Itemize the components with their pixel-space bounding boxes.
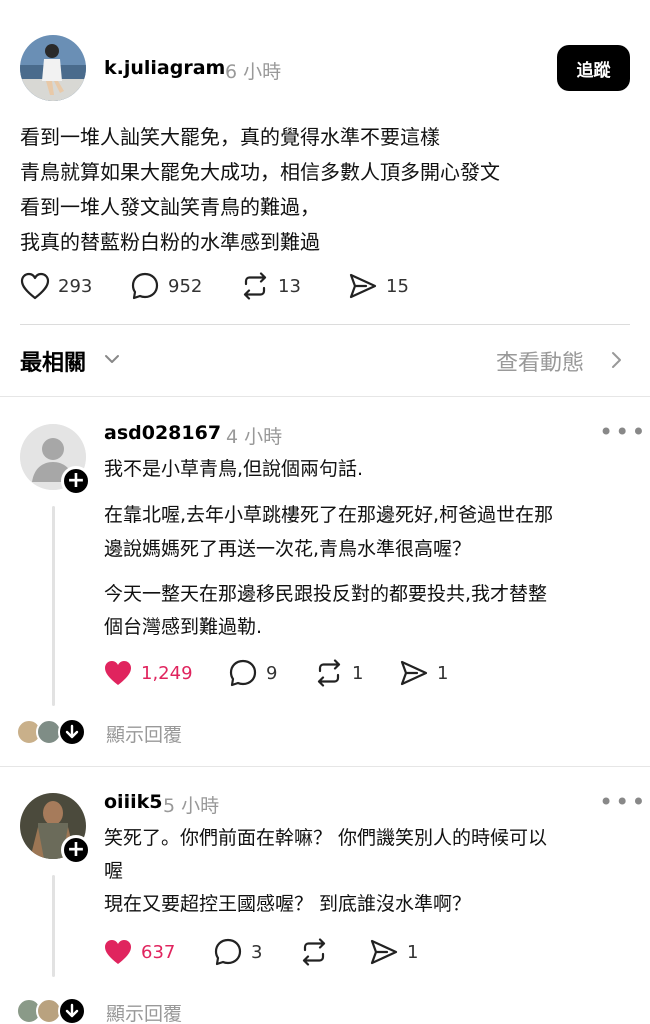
send-icon [349,273,377,299]
comment-line: 個台灣感到難過勒. [104,616,263,638]
comment-time: 5 小時 [163,795,220,817]
sort-dropdown[interactable]: 最相關 [20,345,86,377]
comment-button[interactable]: 9 [228,658,314,688]
repost-icon [302,938,326,966]
view-activity-link[interactable]: 查看動態 [496,345,584,377]
repost-button[interactable]: 13 [240,272,348,300]
comment-count: 9 [266,662,278,684]
share-button[interactable]: 15 [348,272,428,300]
divider [0,396,650,397]
send-icon [400,660,428,686]
thread-line [52,875,55,977]
comment-username[interactable]: oiiik5 [104,791,162,813]
send-icon [370,939,398,965]
like-button[interactable]: 637 [103,938,213,966]
follow-plus-button[interactable]: + [61,835,91,865]
comment-time: 4 小時 [226,426,283,448]
repost-count: 1 [352,662,364,684]
comment-actions: 1,249 9 1 1 [103,658,459,688]
show-replies-link[interactable]: 顯示回覆 [106,999,182,1024]
more-options-icon[interactable]: ••• [599,788,647,816]
comment-username[interactable]: asd028167 [104,422,221,444]
show-replies-link[interactable]: 顯示回覆 [106,720,182,747]
speech-bubble-icon [131,272,159,300]
post-author-avatar[interactable] [20,35,86,101]
divider [0,766,650,767]
comment-line: 現在又要超控王國感喔？ 到底誰沒水準啊？ [104,893,472,915]
comment-line: 喔 [104,860,124,882]
like-count: 293 [58,275,93,297]
repost-icon [243,272,267,300]
share-count: 1 [407,941,419,963]
share-count: 1 [437,662,449,684]
post-actions: 293 952 13 15 [20,271,428,301]
comment-actions: 637 3 1 [103,937,429,967]
divider [20,324,630,325]
arrow-down-icon[interactable] [58,997,86,1024]
chevron-right-icon[interactable] [608,350,624,370]
comment-count: 3 [251,941,263,963]
repost-count: 13 [278,275,301,297]
post-line: 看到一堆人發文訕笑青鳥的難過， [20,195,320,219]
share-count: 15 [386,275,409,297]
follow-button[interactable]: 追蹤 [557,45,630,91]
follow-plus-button[interactable]: + [61,466,91,496]
comment-button[interactable]: 952 [130,271,240,301]
chevron-down-icon[interactable] [103,350,121,368]
post-line: 青鳥就算如果大罷免大成功，相信多數人頂多開心發文 [20,160,500,184]
speech-bubble-icon [214,938,242,966]
post-line: 我真的替藍粉白粉的水準感到難過 [20,230,320,254]
heart-filled-icon [105,661,131,685]
comment-count: 952 [168,275,203,297]
like-button[interactable]: 293 [20,272,130,300]
thread-line [52,506,55,706]
arrow-down-icon[interactable] [58,718,86,746]
like-count: 637 [141,941,176,963]
post-time: 6 小時 [225,61,282,83]
more-options-icon[interactable]: ••• [599,418,647,446]
comment-line: 我不是小草青鳥,但說個兩句話. [104,458,364,480]
comment-line: 在靠北喔,去年小草跳樓死了在那邊死好,柯爸過世在那 [104,504,554,526]
post-body: 看到一堆人訕笑大罷免，真的覺得水準不要這樣 青鳥就算如果大罷免大成功，相信多數人… [20,120,630,260]
comment-line: 邊說媽媽死了再送一次花,青鳥水準很高喔？ [104,538,472,560]
heart-icon [20,272,50,300]
share-button[interactable]: 1 [369,938,429,966]
like-count: 1,249 [141,662,193,684]
like-button[interactable]: 1,249 [103,659,228,687]
heart-filled-icon [105,940,131,964]
comment-line: 笑死了。你們前面在幹嘛？ 你們譏笑別人的時候可以 [104,827,548,849]
post-username[interactable]: k.juliagram [104,57,225,79]
share-button[interactable]: 1 [399,659,459,687]
comment-line: 今天一整天在那邊移民跟投反對的都要投共,我才替整 [104,583,548,605]
repost-button[interactable] [299,938,369,966]
main-post: k.juliagram 6 小時 追蹤 看到一堆人訕笑大罷免，真的覺得水準不要這… [0,0,650,325]
speech-bubble-icon [229,659,257,687]
repost-button[interactable]: 1 [314,659,399,687]
comment-button[interactable]: 3 [213,937,299,967]
repost-icon [317,659,341,687]
post-line: 看到一堆人訕笑大罷免，真的覺得水準不要這樣 [20,125,440,149]
